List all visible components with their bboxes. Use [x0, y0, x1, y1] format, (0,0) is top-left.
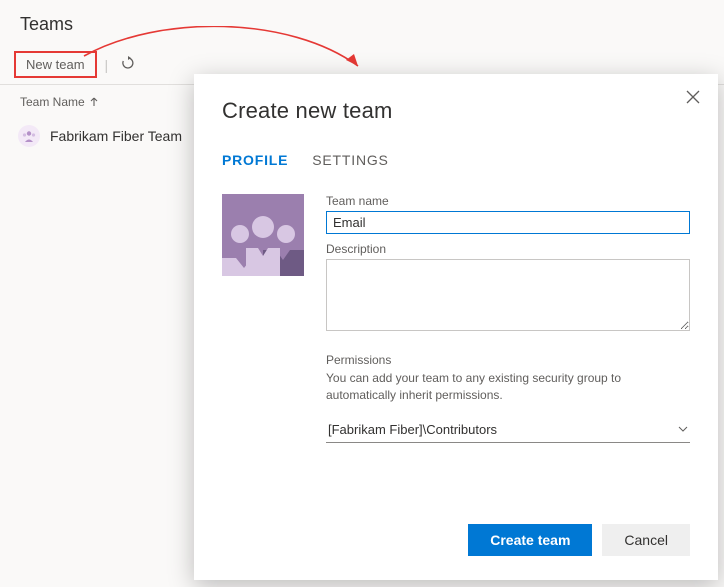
toolbar-divider: | — [105, 57, 109, 73]
team-name-input[interactable] — [326, 211, 690, 234]
create-team-button[interactable]: Create team — [468, 524, 592, 556]
cancel-button[interactable]: Cancel — [602, 524, 690, 556]
sort-asc-icon — [89, 97, 99, 107]
chevron-down-icon — [678, 426, 688, 432]
create-team-dialog: Create new team PROFILE SETTINGS Team na… — [194, 74, 718, 580]
permissions-select[interactable]: [Fabrikam Fiber]\Contributors — [326, 417, 690, 443]
tab-profile[interactable]: PROFILE — [222, 152, 288, 172]
permissions-label: Permissions — [326, 353, 690, 367]
dialog-tabs: PROFILE SETTINGS — [222, 152, 690, 172]
team-name-label: Team name — [326, 194, 690, 208]
new-team-button[interactable]: New team — [14, 51, 97, 78]
team-avatar-placeholder[interactable] — [222, 194, 304, 276]
refresh-icon[interactable] — [116, 51, 140, 78]
close-icon[interactable] — [680, 84, 706, 113]
page-title: Teams — [20, 14, 704, 35]
tab-settings[interactable]: SETTINGS — [312, 152, 388, 172]
column-header-team-name: Team Name — [20, 95, 85, 109]
description-input[interactable] — [326, 259, 690, 331]
dialog-title: Create new team — [222, 98, 690, 124]
team-avatar-icon — [18, 125, 40, 147]
team-name-cell: Fabrikam Fiber Team — [50, 128, 182, 144]
permissions-value: [Fabrikam Fiber]\Contributors — [328, 422, 497, 437]
permissions-help-text: You can add your team to any existing se… — [326, 370, 690, 405]
description-label: Description — [326, 242, 690, 256]
